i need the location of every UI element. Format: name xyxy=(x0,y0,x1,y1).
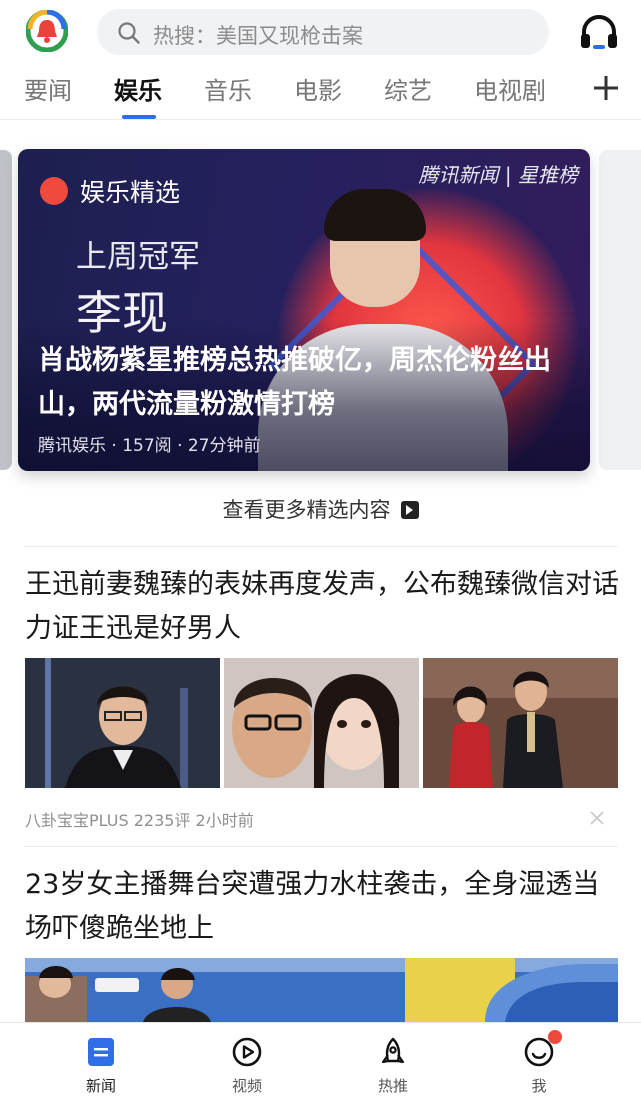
featured-card[interactable]: 娱乐精选 腾讯新闻 | 星推榜 上周冠军 李现 肖战杨紫星推榜总热推破亿，周杰伦… xyxy=(18,149,590,471)
article-thumbnails[interactable] xyxy=(25,658,618,788)
channel-tabs: 要闻 娱乐 音乐 电影 综艺 电视剧 xyxy=(0,64,641,120)
divider xyxy=(24,846,618,847)
tab-tv-series[interactable]: 电视剧 xyxy=(474,71,546,106)
nav-video-label: 视频 xyxy=(231,1077,262,1095)
notification-dot xyxy=(548,1030,562,1044)
nav-me[interactable]: 我 xyxy=(494,1023,584,1106)
article-thumbnail xyxy=(224,658,419,788)
article-thumbnails[interactable] xyxy=(25,958,618,1022)
divider xyxy=(24,546,618,547)
nav-hot-label: 热推 xyxy=(377,1077,408,1095)
tab-entertainment[interactable]: 娱乐 xyxy=(114,71,162,106)
search-placeholder: 热搜：美国又现枪击案 xyxy=(153,24,363,48)
tencent-news-logo-icon[interactable] xyxy=(26,10,68,52)
headset-icon[interactable] xyxy=(578,12,620,52)
feature-champ-name: 李现 xyxy=(76,286,168,340)
view-more-label: 查看更多精选内容 xyxy=(222,498,391,522)
header: 热搜：美国又现枪击案 xyxy=(0,0,641,64)
active-tab-indicator xyxy=(122,115,156,119)
nav-news[interactable]: 新闻 xyxy=(56,1023,146,1106)
feature-headline[interactable]: 肖战杨紫星推榜总热推破亿，周杰伦粉丝出山，两代流量粉激情打榜 xyxy=(38,339,578,427)
view-more-link[interactable]: 查看更多精选内容 xyxy=(0,494,641,524)
feature-champ-label: 上周冠军 xyxy=(76,239,200,275)
rocket-icon xyxy=(381,1037,405,1064)
nav-news-label: 新闻 xyxy=(85,1077,116,1095)
search-icon xyxy=(118,22,140,44)
article-thumbnail xyxy=(25,658,220,788)
feature-brand-label: 腾讯新闻 | 星推榜 xyxy=(418,163,578,187)
nav-hot[interactable]: 热推 xyxy=(348,1023,438,1106)
tab-movies[interactable]: 电影 xyxy=(294,71,342,106)
article-title[interactable]: 23岁女主播舞台突遭强力水柱袭击，全身湿透当场吓傻跪坐地上 xyxy=(25,863,619,951)
carousel-prev-card[interactable] xyxy=(0,150,12,470)
tab-news[interactable]: 要闻 xyxy=(24,71,72,106)
carousel-next-card[interactable] xyxy=(599,150,641,470)
search-bar[interactable]: 热搜：美国又现枪击案 xyxy=(97,9,549,55)
nav-me-label: 我 xyxy=(531,1077,547,1095)
close-icon[interactable] xyxy=(589,810,605,826)
article-thumbnail xyxy=(25,958,618,1022)
nav-video[interactable]: 视频 xyxy=(202,1023,292,1106)
arrow-right-icon xyxy=(400,501,419,519)
star-badge-icon xyxy=(40,177,68,205)
tab-variety[interactable]: 综艺 xyxy=(384,71,432,106)
article-title[interactable]: 王迅前妻魏臻的表妹再度发声，公布魏臻微信对话力证王迅是好男人 xyxy=(25,563,619,651)
bottom-navigation: 新闻 视频 热推 我 xyxy=(0,1022,641,1106)
article-meta: 八卦宝宝PLUS 2235评 2小时前 xyxy=(25,811,254,830)
feature-meta: 腾讯娱乐 · 157阅 · 27分钟前 xyxy=(38,436,261,456)
feature-badge-label: 娱乐精选 xyxy=(80,178,181,207)
news-icon xyxy=(88,1038,114,1066)
article-thumbnail xyxy=(423,658,618,788)
video-play-icon xyxy=(232,1037,262,1067)
add-channel-icon[interactable] xyxy=(592,74,620,102)
tab-music[interactable]: 音乐 xyxy=(204,71,252,106)
